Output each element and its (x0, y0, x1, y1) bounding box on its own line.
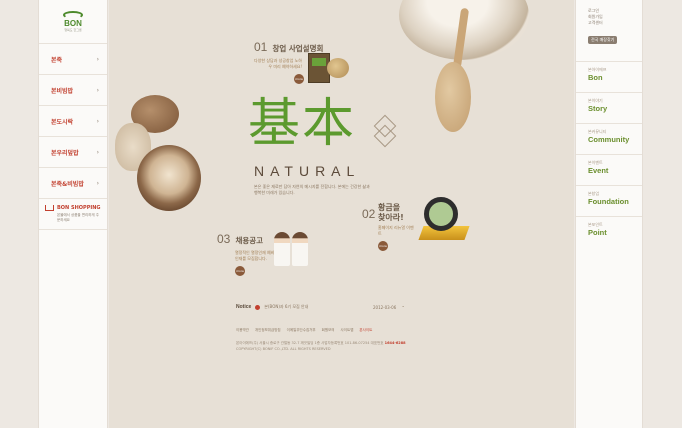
section-description: 다양한 상담과 성공창업 노하우 미리 예약하세요! (254, 58, 302, 69)
notice-label: Notice (236, 304, 252, 310)
nav-item-label: 본죽&비빔밥 (51, 180, 84, 188)
menu-item-community[interactable]: 본커뮤니티 Community (576, 123, 642, 154)
footer-link[interactable]: 이메일무단수집거부 (287, 328, 316, 333)
footer-info: 본아이에프(주) 서울시 종로구 관철동 32-7 깨끗빌딩 1층 사업자등록번… (236, 340, 466, 352)
nav-item-label: 본도시락 (51, 118, 74, 126)
section-description: 열정적인 열정인재 예비인재를 모집합니다. (235, 250, 275, 261)
nav-item-label: 본우리덮밥 (51, 149, 79, 157)
menu-item-event[interactable]: 본이벤트 Event (576, 154, 642, 185)
footer-link[interactable]: 본사이트 (359, 328, 372, 333)
shop-title: BON SHOPPING (57, 205, 101, 211)
shop-description: 본몰에서 상품을 편리하게 주문하세요 (57, 213, 99, 222)
logo-icon (63, 11, 83, 19)
notice-date-text: 2012-03-06 (373, 305, 397, 310)
nav-item-dosirak[interactable]: 본도시락 › (39, 106, 107, 137)
main-content: 01 창업 사업설명회 다양한 상담과 성공창업 노하우 미리 예약하세요! m… (109, 0, 574, 428)
menu-item-en: Foundation (588, 197, 629, 206)
footer-link[interactable]: 개인정보취급방침 (255, 328, 281, 333)
phone-number: 1644-6288 (384, 341, 406, 345)
logo-subtitle: 행복도 한그릇 (64, 28, 82, 32)
more-button[interactable]: more (378, 241, 388, 251)
store-finder-button[interactable]: 전국 매장찾기 (588, 36, 618, 44)
nav-item-juk-bibimbap[interactable]: 본죽&비빔밥 › (39, 168, 107, 199)
menu-item-en: Community (588, 135, 630, 144)
nav-item-deopbap[interactable]: 본우리덮밥 › (39, 137, 107, 168)
chevron-icon[interactable]: ⌃ (402, 305, 405, 310)
support-link[interactable]: 고객센터 (588, 20, 634, 26)
hero-tagline: 본은 좋은 재료만 담아 자연의 메시지를 전합니다. 본에는 건강한 삶과 행… (254, 184, 370, 195)
more-button[interactable]: more (294, 74, 304, 84)
chevron-right-icon: › (96, 179, 99, 187)
menu-item-foundation[interactable]: 본창업 Foundation (576, 185, 642, 216)
footer-link[interactable]: 이용약관 (236, 328, 249, 333)
section-number: 02 (362, 207, 376, 221)
nav-item-bibimbap[interactable]: 본비빔밥 › (39, 75, 107, 106)
person-image (274, 232, 290, 266)
nav-item-bonjuk[interactable]: 본죽 › (39, 44, 107, 75)
hero-subtitle: NATURAL (254, 163, 361, 179)
copyright: COPYRIGHT(C) BONIF CO.,LTD. ALL RIGHTS R… (236, 347, 331, 351)
section-title: 채용공고 (235, 236, 264, 245)
notice-date: 2012-03-06 ⌃ (373, 305, 405, 310)
mushroom-image (137, 145, 201, 211)
menu-item-bon[interactable]: 본아이에프 Bon (576, 61, 642, 92)
section-title-line2: 찾아라! (378, 213, 404, 222)
section-title-line1: 황금을 (378, 203, 401, 212)
section-number: 01 (254, 40, 268, 54)
event-section[interactable]: 02 황금을 찾아라! 홈페이지 리뉴얼 이벤트 more (362, 203, 414, 251)
more-button[interactable]: more (235, 266, 245, 276)
section-title: 창업 사업설명회 (272, 44, 324, 53)
footer-link[interactable]: 회원모의 (322, 328, 335, 333)
menu-item-en: Event (588, 166, 609, 175)
beans-image (327, 58, 349, 78)
company-info: 본아이에프(주) 서울시 종로구 관철동 32-7 깨끗빌딩 1층 사업자등록번… (236, 341, 384, 345)
magnifier-image (424, 197, 458, 231)
utility-menu: 로그인 회원가입 고객센터 전국 매장찾기 (576, 0, 642, 49)
chevron-right-icon: › (96, 148, 99, 156)
nav-item-label: 본비빔밥 (51, 87, 74, 95)
hero-title: 基本 (248, 94, 357, 154)
menu-item-story[interactable]: 본이야기 Story (576, 92, 642, 123)
footer-links: 이용약관 개인정보취급방침 이메일무단수집거부 회원모의 사이트맵 본사이트 (236, 328, 372, 333)
spoon-image (435, 62, 471, 132)
menu-item-en: Point (588, 228, 607, 237)
notice-dot-icon (255, 304, 261, 310)
notice-text[interactable]: 본(BON)과 6기 모집 안내 (264, 304, 308, 310)
menu-item-en: Bon (588, 73, 603, 82)
chevron-right-icon: › (96, 86, 99, 94)
shopping-link[interactable]: BON SHOPPING 본몰에서 상품을 편리하게 주문하세요 (39, 199, 107, 230)
recruit-section[interactable]: 03 채용공고 열정적인 열정인재 예비인재를 모집합니다. more (217, 228, 275, 276)
menu-item-point[interactable]: 본포인트 Point (576, 216, 642, 247)
logo-text: BON (64, 19, 82, 28)
left-navigation: BON 행복도 한그릇 본죽 › 본비빔밥 › 본도시락 › 본우리덮밥 › 본… (38, 0, 108, 428)
footer-link[interactable]: 사이트맵 (341, 328, 354, 333)
cart-icon (45, 205, 54, 211)
section-number: 03 (217, 232, 231, 246)
nav-item-label: 본죽 (51, 56, 63, 64)
chevron-right-icon: › (96, 117, 99, 125)
menu-item-en: Story (588, 104, 608, 113)
section-description: 홈페이지 리뉴얼 이벤트 (378, 225, 414, 236)
person-image (292, 232, 308, 266)
right-navigation: 로그인 회원가입 고객센터 전국 매장찾기 본아이에프 Bon 본이야기 Sto… (575, 0, 643, 428)
logo[interactable]: BON 행복도 한그릇 (39, 0, 107, 44)
chevron-right-icon: › (96, 55, 99, 63)
